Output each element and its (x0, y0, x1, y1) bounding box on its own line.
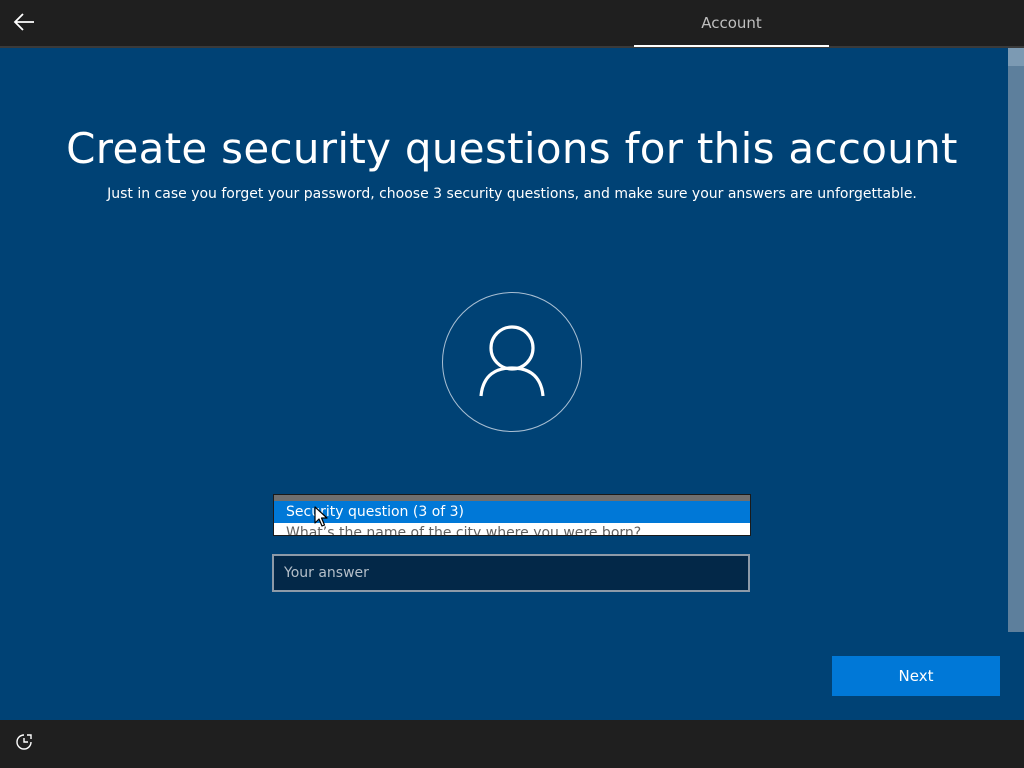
avatar (442, 292, 582, 432)
back-button[interactable] (8, 8, 40, 40)
ease-of-access-icon (15, 733, 33, 755)
mouse-cursor-icon (314, 506, 328, 528)
dropdown-option-selected[interactable]: Security question (3 of 3) (274, 501, 750, 523)
page-subtitle: Just in case you forget your password, c… (107, 186, 917, 202)
page-title: Create security questions for this accou… (66, 124, 958, 173)
person-icon (477, 322, 547, 402)
next-button[interactable]: Next (832, 656, 1000, 696)
tab-account: Account (634, 0, 829, 46)
answer-input[interactable] (272, 554, 750, 592)
tab-underline (634, 45, 829, 47)
bottom-bar (0, 720, 1024, 768)
arrow-left-icon (13, 13, 35, 35)
security-question-dropdown[interactable]: Security question (3 of 3) What’s the na… (273, 494, 751, 536)
top-bar: Account (0, 0, 1024, 48)
dropdown-option[interactable]: What’s the name of the city where you we… (274, 523, 750, 535)
ease-of-access-button[interactable] (12, 732, 36, 756)
tab-account-label: Account (701, 14, 762, 32)
